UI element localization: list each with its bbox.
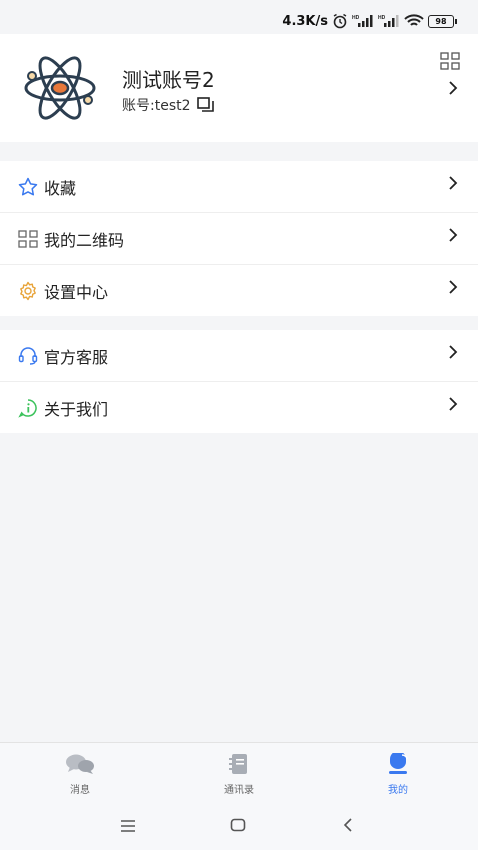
menu-label: 设置中心: [44, 282, 109, 302]
menu-item-favorites[interactable]: 收藏: [0, 161, 478, 213]
menu-label: 我的二维码: [44, 230, 125, 250]
menu-group-1: 收藏 我的二维码 设置中心: [0, 161, 478, 316]
profile-card[interactable]: 测试账号2 账号:test2: [0, 34, 478, 142]
atom-avatar-icon: [24, 56, 96, 120]
profile-name: 测试账号2: [122, 68, 215, 92]
tab-me[interactable]: 我的: [358, 751, 438, 796]
menu-label: 官方客服: [44, 347, 109, 367]
svg-text:HD: HD: [352, 15, 360, 21]
account-id: 账号:test2: [122, 98, 191, 114]
system-nav-bar: [0, 805, 478, 850]
status-bar: 4.3K/s HD HD 98: [0, 0, 478, 34]
status-indicators: 4.3K/s HD HD 98: [282, 12, 457, 30]
qr-code-icon: [18, 230, 38, 248]
menu-label: 关于我们: [44, 399, 109, 419]
contacts-icon: [229, 754, 247, 774]
menu-item-customer-service[interactable]: 官方客服: [0, 330, 478, 382]
bottom-tab-bar: 消息 通讯录 我的: [0, 742, 478, 805]
person-icon: [389, 751, 408, 774]
gear-icon: [20, 281, 36, 301]
qr-code-icon[interactable]: [440, 52, 460, 70]
star-icon: [18, 177, 38, 196]
chevron-right-icon: [449, 228, 458, 242]
menu-item-my-qr-code[interactable]: 我的二维码: [0, 213, 478, 265]
tab-contacts[interactable]: 通讯录: [199, 753, 279, 796]
menu-icon[interactable]: [120, 819, 136, 833]
svg-text:HD: HD: [378, 15, 386, 21]
profile-account: 账号:test2: [122, 95, 215, 115]
signal-icon-2: HD: [378, 15, 399, 27]
copy-icon[interactable]: [196, 97, 215, 113]
chevron-right-icon: [449, 176, 458, 190]
tab-label: 通讯录: [224, 785, 254, 796]
chevron-right-icon: [449, 397, 458, 411]
chevron-right-icon: [449, 280, 458, 294]
battery-indicator: 98: [428, 14, 457, 28]
network-speed: 4.3K/s: [282, 13, 328, 29]
signal-icon: HD: [352, 15, 373, 27]
info-icon: [18, 399, 37, 418]
alarm-icon: [333, 13, 347, 29]
chevron-right-icon: [449, 345, 458, 359]
back-icon[interactable]: [343, 818, 353, 832]
chat-icon: [66, 754, 94, 774]
menu-label: 收藏: [44, 178, 77, 198]
menu-item-about-us[interactable]: 关于我们: [0, 382, 478, 433]
tab-messages[interactable]: 消息: [40, 753, 120, 796]
tab-label: 我的: [388, 785, 408, 796]
tab-label: 消息: [70, 785, 90, 796]
menu-item-settings[interactable]: 设置中心: [0, 265, 478, 316]
chevron-right-icon: [449, 81, 458, 95]
headset-icon: [18, 347, 38, 365]
menu-group-2: 官方客服 关于我们: [0, 330, 478, 433]
home-icon[interactable]: [230, 818, 246, 832]
wifi-icon: [404, 14, 424, 26]
